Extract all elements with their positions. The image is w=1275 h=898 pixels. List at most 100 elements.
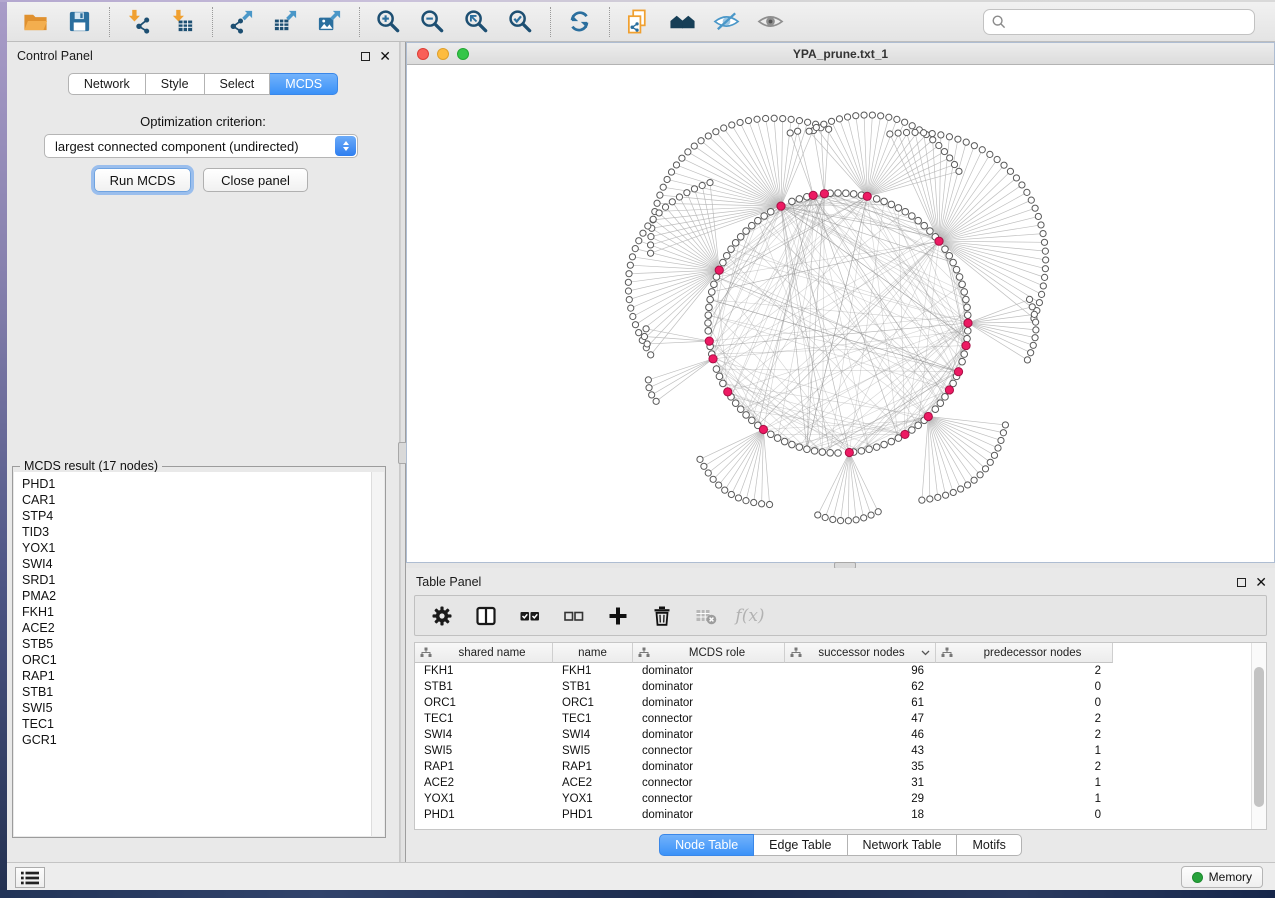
table-row[interactable]: STB1STB1dominator620	[415, 679, 1266, 695]
result-list-item[interactable]: SWI5	[22, 700, 371, 716]
result-list-item[interactable]: TEC1	[22, 716, 371, 732]
graph-node[interactable]	[698, 138, 704, 144]
graph-node[interactable]	[827, 449, 834, 456]
graph-node[interactable]	[873, 444, 880, 451]
graph-node[interactable]	[720, 259, 727, 266]
graph-node[interactable]	[673, 162, 679, 168]
graph-node[interactable]	[720, 380, 727, 387]
tab-node-table[interactable]: Node Table	[659, 834, 754, 856]
result-list-item[interactable]: SWI4	[22, 556, 371, 572]
network-window-titlebar[interactable]: YPA_prune.txt_1	[407, 43, 1274, 65]
graph-node[interactable]	[959, 281, 966, 288]
graph-node[interactable]	[737, 406, 744, 413]
zoom-out-button[interactable]	[414, 5, 450, 39]
run-mcds-button[interactable]: Run MCDS	[94, 168, 191, 192]
graph-node[interactable]	[647, 250, 653, 256]
graph-node[interactable]	[627, 262, 633, 268]
graph-node[interactable]	[774, 435, 781, 442]
graph-dominator-node[interactable]	[954, 368, 962, 376]
graph-node[interactable]	[1042, 266, 1048, 272]
graph-node[interactable]	[806, 128, 812, 134]
zoom-in-button[interactable]	[370, 5, 406, 39]
search-input[interactable]	[1007, 12, 1254, 32]
graph-node[interactable]	[956, 168, 962, 174]
graph-node[interactable]	[668, 169, 674, 175]
graph-node[interactable]	[691, 143, 697, 149]
graph-node[interactable]	[1024, 189, 1030, 195]
graph-node[interactable]	[650, 216, 656, 222]
graph-node[interactable]	[909, 213, 916, 220]
graph-node[interactable]	[645, 223, 651, 229]
graph-node[interactable]	[941, 148, 947, 154]
graph-node[interactable]	[813, 124, 819, 130]
graph-node[interactable]	[767, 431, 774, 438]
graph-node[interactable]	[927, 228, 934, 235]
graph-node[interactable]	[811, 448, 818, 455]
graph-node[interactable]	[713, 129, 719, 135]
graph-node[interactable]	[699, 182, 705, 188]
graph-node[interactable]	[1038, 222, 1044, 228]
graph-node[interactable]	[722, 487, 728, 493]
graph-node[interactable]	[861, 515, 867, 521]
graph-node[interactable]	[636, 330, 642, 336]
graph-node[interactable]	[737, 233, 744, 240]
graph-node[interactable]	[946, 252, 953, 259]
first-neighbors-button[interactable]	[664, 5, 700, 39]
graph-node[interactable]	[1001, 162, 1007, 168]
column-header-shared-name[interactable]: shared name	[415, 643, 553, 663]
tab-mcds[interactable]: MCDS	[270, 73, 338, 95]
graph-node[interactable]	[819, 449, 826, 456]
zoom-fit-button[interactable]	[458, 5, 494, 39]
graph-node[interactable]	[636, 238, 642, 244]
graph-node[interactable]	[828, 118, 834, 124]
graph-node[interactable]	[707, 296, 714, 303]
graph-node[interactable]	[1007, 168, 1013, 174]
graph-node[interactable]	[938, 132, 944, 138]
graph-node[interactable]	[763, 115, 769, 121]
graph-node[interactable]	[955, 136, 961, 142]
graph-node[interactable]	[912, 129, 918, 135]
graph-node[interactable]	[685, 149, 691, 155]
graph-node[interactable]	[706, 304, 713, 311]
result-list-scrollbar[interactable]	[371, 472, 384, 836]
graph-node[interactable]	[909, 123, 915, 129]
zoom-selected-button[interactable]	[502, 5, 538, 39]
graph-node[interactable]	[679, 155, 685, 161]
column-header-predecessor-nodes[interactable]: predecessor nodes	[936, 643, 1113, 663]
graph-node[interactable]	[853, 517, 859, 523]
graph-node[interactable]	[626, 297, 632, 303]
graph-node[interactable]	[844, 114, 850, 120]
graph-node[interactable]	[946, 134, 952, 140]
open-file-button[interactable]	[17, 5, 53, 39]
graph-node[interactable]	[909, 427, 916, 434]
float-panel-icon[interactable]	[361, 52, 370, 61]
result-list-item[interactable]: YOX1	[22, 540, 371, 556]
graph-node[interactable]	[707, 179, 713, 185]
graph-node[interactable]	[640, 230, 646, 236]
graph-node[interactable]	[737, 119, 743, 125]
graph-node[interactable]	[710, 476, 716, 482]
graph-node[interactable]	[964, 328, 971, 335]
graph-node[interactable]	[788, 116, 794, 122]
graph-node[interactable]	[987, 459, 993, 465]
graph-node[interactable]	[961, 289, 968, 296]
graph-node[interactable]	[822, 514, 828, 520]
graph-node[interactable]	[927, 496, 933, 502]
graph-dominator-node[interactable]	[901, 430, 909, 438]
result-list-item[interactable]: PHD1	[22, 476, 371, 492]
float-panel-icon[interactable]	[1237, 578, 1246, 587]
graph-node[interactable]	[943, 492, 949, 498]
graph-dominator-node[interactable]	[924, 412, 932, 420]
graph-dominator-node[interactable]	[945, 386, 953, 394]
graph-dominator-node[interactable]	[820, 190, 828, 198]
graph-node[interactable]	[649, 392, 655, 398]
graph-dominator-node[interactable]	[809, 191, 817, 199]
graph-node[interactable]	[1042, 248, 1048, 254]
duplicate-network-button[interactable]	[620, 5, 656, 39]
graph-node[interactable]	[755, 217, 762, 224]
graph-node[interactable]	[632, 322, 638, 328]
result-list-item[interactable]: FKH1	[22, 604, 371, 620]
graph-node[interactable]	[843, 190, 850, 197]
graph-node[interactable]	[705, 312, 712, 319]
graph-node[interactable]	[869, 112, 875, 118]
